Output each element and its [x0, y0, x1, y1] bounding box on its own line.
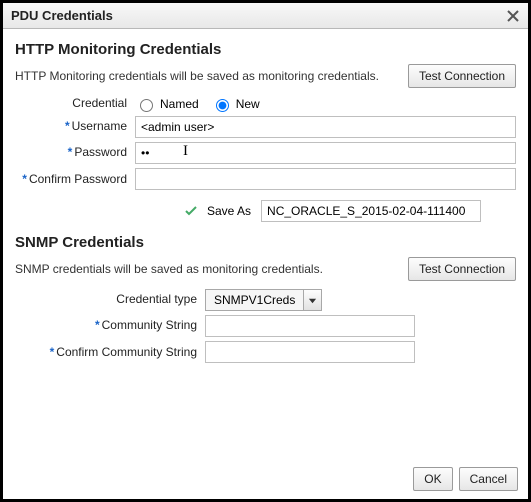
- dialog-title: PDU Credentials: [11, 8, 113, 23]
- http-test-connection-button[interactable]: Test Connection: [408, 64, 516, 88]
- confirm-password-row: *Confirm Password: [15, 168, 516, 190]
- username-row: *Username: [15, 116, 516, 138]
- password-row: *Password I: [15, 142, 516, 164]
- confirm-community-row: *Confirm Community String: [15, 341, 516, 363]
- confirm-community-input[interactable]: [205, 341, 415, 363]
- http-heading: HTTP Monitoring Credentials: [15, 41, 516, 58]
- http-top-row: HTTP Monitoring credentials will be save…: [15, 64, 516, 88]
- confirm-community-label: *Confirm Community String: [15, 346, 205, 359]
- snmp-subtext: SNMP credentials will be saved as monito…: [15, 262, 323, 276]
- credential-new-label: New: [236, 97, 260, 111]
- snmp-test-connection-button[interactable]: Test Connection: [408, 257, 516, 281]
- pdu-credentials-dialog: PDU Credentials HTTP Monitoring Credenti…: [0, 0, 531, 502]
- credential-mode-row: Credential Named New: [15, 96, 516, 112]
- close-icon[interactable]: [506, 9, 520, 23]
- credential-type-row: Credential type SNMPV1Creds: [15, 289, 516, 311]
- credential-type-select[interactable]: SNMPV1Creds: [205, 289, 322, 311]
- username-input[interactable]: [135, 116, 516, 138]
- credential-named-label: Named: [160, 97, 199, 111]
- confirm-password-label: *Confirm Password: [15, 173, 135, 186]
- username-label: *Username: [15, 120, 135, 133]
- saveas-label: Save As: [207, 204, 251, 218]
- credential-type-value: SNMPV1Creds: [206, 293, 303, 307]
- titlebar: PDU Credentials: [3, 3, 528, 29]
- credential-named-radio[interactable]: [140, 99, 153, 112]
- community-input[interactable]: [205, 315, 415, 337]
- confirm-password-input[interactable]: [135, 168, 516, 190]
- ok-button[interactable]: OK: [413, 467, 452, 491]
- saveas-row: Save As: [15, 200, 516, 222]
- dialog-footer: OK Cancel: [3, 461, 528, 499]
- credential-label: Credential: [15, 97, 135, 110]
- community-row: *Community String: [15, 315, 516, 337]
- community-label: *Community String: [15, 319, 205, 332]
- credential-type-label: Credential type: [15, 293, 205, 306]
- snmp-form: Credential type SNMPV1Creds *Community S…: [15, 289, 516, 363]
- credential-radio-group: Named New: [135, 96, 516, 112]
- credential-new-option[interactable]: New: [211, 96, 260, 112]
- saveas-input[interactable]: [261, 200, 481, 222]
- credential-new-radio[interactable]: [216, 99, 229, 112]
- credential-named-option[interactable]: Named: [135, 96, 199, 112]
- snmp-heading: SNMP Credentials: [15, 234, 516, 251]
- cancel-button[interactable]: Cancel: [459, 467, 518, 491]
- snmp-top-row: SNMP credentials will be saved as monito…: [15, 257, 516, 281]
- http-subtext: HTTP Monitoring credentials will be save…: [15, 69, 379, 83]
- chevron-down-icon[interactable]: [303, 290, 321, 310]
- dialog-content: HTTP Monitoring Credentials HTTP Monitor…: [3, 29, 528, 461]
- password-label: *Password: [15, 146, 135, 159]
- password-input[interactable]: [135, 142, 516, 164]
- check-icon: [185, 205, 197, 217]
- text-cursor-icon: I: [183, 143, 188, 160]
